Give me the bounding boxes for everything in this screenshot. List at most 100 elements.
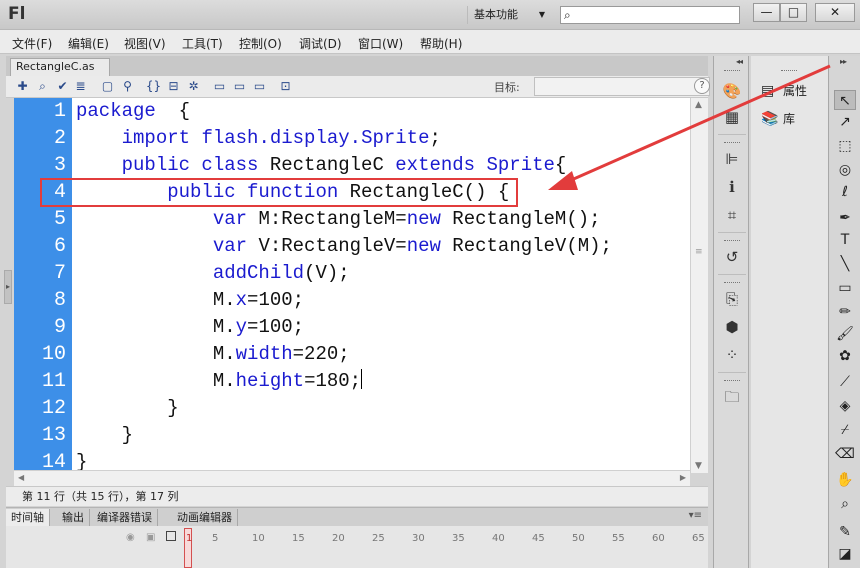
code-line[interactable]: }	[76, 422, 133, 449]
add-statement-icon[interactable]: ✚	[14, 78, 31, 95]
text-tool-icon[interactable]: T	[834, 230, 856, 250]
collapse-panel-handle[interactable]: ▸	[4, 270, 12, 304]
debug-options-icon[interactable]: ⚲	[119, 78, 136, 95]
dock-grip[interactable]	[724, 380, 740, 381]
apply-line-comment-icon[interactable]: ▭	[231, 78, 248, 95]
library-panel-button[interactable]: 📚 库	[761, 110, 795, 128]
color-palette-icon[interactable]: 🎨	[722, 82, 742, 100]
code-line[interactable]: }	[76, 449, 87, 470]
brush-tool-icon[interactable]: 🖌	[834, 324, 856, 344]
free-transform-tool-icon[interactable]: ⬚	[834, 136, 856, 156]
motion-presets-icon[interactable]: ⁘	[722, 346, 742, 364]
3d-rotation-tool-icon[interactable]: ◎	[834, 160, 856, 180]
apply-block-comment-icon[interactable]: ▭	[211, 78, 228, 95]
rectangle-tool-icon[interactable]: ▭	[834, 278, 856, 298]
pencil-tool-icon[interactable]: ✏	[834, 302, 856, 322]
components-icon[interactable]: ⬢	[722, 318, 742, 336]
code-line[interactable]: addChild(V);	[76, 260, 350, 287]
dock-grip[interactable]	[781, 70, 797, 71]
project-folder-icon[interactable]: 🗀	[722, 388, 742, 406]
outline-icon[interactable]	[166, 531, 176, 541]
code-line[interactable]: var V:RectangleV=new RectangleV(M);	[76, 233, 612, 260]
tab-motion-editor[interactable]: 动画编辑器	[172, 509, 238, 527]
check-syntax-icon[interactable]: ✔	[54, 78, 71, 95]
tab-rectanglec[interactable]: RectangleC.as	[10, 58, 110, 76]
line-tool-icon[interactable]: ╲	[834, 254, 856, 274]
minimize-button[interactable]: —	[753, 3, 780, 22]
horizontal-scrollbar[interactable]: ◀ ▶	[14, 470, 690, 486]
stroke-color-icon[interactable]: ✎	[834, 522, 856, 542]
bone-tool-icon[interactable]: ⟋	[834, 372, 856, 392]
collapse-arrow-icon[interactable]: ◂◂	[736, 57, 743, 66]
code-line[interactable]: M.x=100;	[76, 287, 304, 314]
pen-tool-icon[interactable]: ✒	[834, 208, 856, 228]
eyedropper-tool-icon[interactable]: ⌿	[834, 420, 856, 440]
find-icon[interactable]: ⌕	[34, 78, 51, 95]
code-line[interactable]: package {	[76, 98, 190, 125]
tab-timeline[interactable]: 时间轴	[6, 509, 50, 527]
code-line[interactable]: M.height=180;	[76, 368, 363, 395]
help-icon[interactable]: ?	[694, 78, 710, 94]
search-input[interactable]: ⌕	[560, 6, 740, 24]
code-line[interactable]: M.y=100;	[76, 314, 304, 341]
hand-tool-icon[interactable]: ✋	[834, 470, 856, 490]
code-line[interactable]: var M:RectangleM=new RectangleM();	[76, 206, 601, 233]
code-line[interactable]: import flash.display.Sprite;	[76, 125, 441, 152]
panel-menu-icon[interactable]: ▾≡	[689, 510, 702, 521]
align-icon[interactable]: ⊫	[722, 150, 742, 168]
maximize-button[interactable]: □	[780, 3, 807, 22]
remove-comment-icon[interactable]: ▭	[251, 78, 268, 95]
swatches-grid-icon[interactable]: ▦	[722, 108, 742, 126]
code-line[interactable]: }	[76, 395, 178, 422]
menu-help[interactable]: 帮助(H)	[420, 35, 462, 52]
target-select[interactable]: ▼	[534, 77, 710, 96]
code-hint-icon[interactable]: ▢	[99, 78, 116, 95]
scroll-up-icon[interactable]: ▲	[695, 100, 702, 110]
zoom-tool-icon[interactable]: ⌕	[834, 494, 856, 514]
code-editor[interactable]: 1 2 3 4 5 6 7 8 9 10 11 12 13 14 package { import fla…	[14, 98, 690, 470]
tab-output[interactable]: 输出	[57, 509, 90, 527]
show-toolbox-icon[interactable]: ⊡	[277, 78, 294, 95]
collapse-arrow-icon[interactable]: ▸▸	[840, 57, 847, 66]
timeline-panel[interactable]: ◉ ▣ 1 5 10 15 20 25 30 35 40 45 50 55 60…	[6, 526, 708, 568]
menu-view[interactable]: 视图(V)	[124, 35, 166, 52]
selection-tool-icon[interactable]: ↖	[834, 90, 856, 110]
code-line[interactable]: M.width=220;	[76, 341, 350, 368]
close-button[interactable]: ✕	[815, 3, 855, 22]
paint-bucket-tool-icon[interactable]: ◈	[834, 396, 856, 416]
lasso-tool-icon[interactable]: ℓ	[834, 182, 856, 202]
eraser-tool-icon[interactable]: ⌫	[834, 444, 856, 464]
code-keyword: extends	[395, 154, 476, 176]
subselection-tool-icon[interactable]: ↗	[834, 112, 856, 132]
menu-window[interactable]: 窗口(W)	[358, 35, 403, 52]
dock-grip[interactable]	[724, 240, 740, 241]
menu-tools[interactable]: 工具(T)	[182, 35, 223, 52]
workspace-switcher[interactable]: 基本功能 ▼	[467, 6, 549, 24]
menu-control[interactable]: 控制(O)	[239, 35, 282, 52]
dock-grip[interactable]	[724, 282, 740, 283]
menu-file[interactable]: 文件(F)	[12, 35, 52, 52]
auto-format-icon[interactable]: ≣	[72, 78, 89, 95]
expand-all-icon[interactable]: ✲	[185, 78, 202, 95]
menu-edit[interactable]: 编辑(E)	[68, 35, 109, 52]
transform-icon[interactable]: ⌗	[722, 206, 742, 224]
collapse-between-braces-icon[interactable]: {}	[145, 78, 162, 95]
info-icon[interactable]: ℹ	[722, 178, 742, 196]
dock-grip[interactable]	[724, 70, 740, 71]
properties-panel-button[interactable]: ▤ 属性	[761, 82, 807, 100]
scroll-down-icon[interactable]: ▼	[695, 461, 702, 471]
code-snippets-icon[interactable]: ⎘	[722, 290, 742, 308]
eye-icon[interactable]: ◉	[126, 532, 135, 543]
lock-icon[interactable]: ▣	[146, 532, 155, 543]
history-icon[interactable]: ↺	[722, 248, 742, 266]
vertical-scrollbar[interactable]: ▲ ≡ ▼	[690, 98, 708, 473]
collapse-selection-icon[interactable]: ⊟	[165, 78, 182, 95]
scroll-right-icon[interactable]: ▶	[680, 473, 686, 482]
scroll-left-icon[interactable]: ◀	[18, 473, 24, 482]
code-line[interactable]: public class RectangleC extends Sprite{	[76, 152, 567, 179]
deco-tool-icon[interactable]: ✿	[834, 346, 856, 366]
tab-compiler-errors[interactable]: 编译器错误	[92, 509, 158, 527]
dock-grip[interactable]	[724, 142, 740, 143]
fill-color-icon[interactable]: ◪	[834, 544, 856, 564]
menu-debug[interactable]: 调试(D)	[299, 35, 342, 52]
